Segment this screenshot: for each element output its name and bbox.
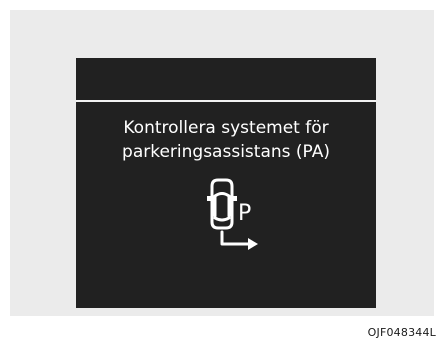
warning-message-line-2: parkeringsassistans (PA) [122, 142, 330, 162]
cluster-display: Kontrollera systemet för parkeringsassis… [76, 58, 376, 308]
display-frame: Kontrollera systemet för parkeringsassis… [10, 10, 434, 316]
car-left-mirror [207, 196, 211, 201]
warning-message-line-1: Kontrollera systemet för [123, 118, 329, 138]
warning-message: Kontrollera systemet för parkeringsassis… [76, 116, 376, 164]
parking-p-letter: P [238, 201, 251, 226]
parking-assist-car-icon: P [207, 178, 258, 250]
display-top-bar [76, 58, 376, 100]
arrow-head [248, 238, 258, 250]
page: Kontrollera systemet för parkeringsassis… [0, 0, 442, 346]
display-divider [76, 100, 376, 102]
car-windshield [213, 192, 231, 198]
arrow-shaft [220, 230, 252, 246]
figure-code: OJF048344L [367, 326, 436, 339]
car-right-mirror [233, 196, 237, 201]
car-rear-window [213, 216, 231, 222]
